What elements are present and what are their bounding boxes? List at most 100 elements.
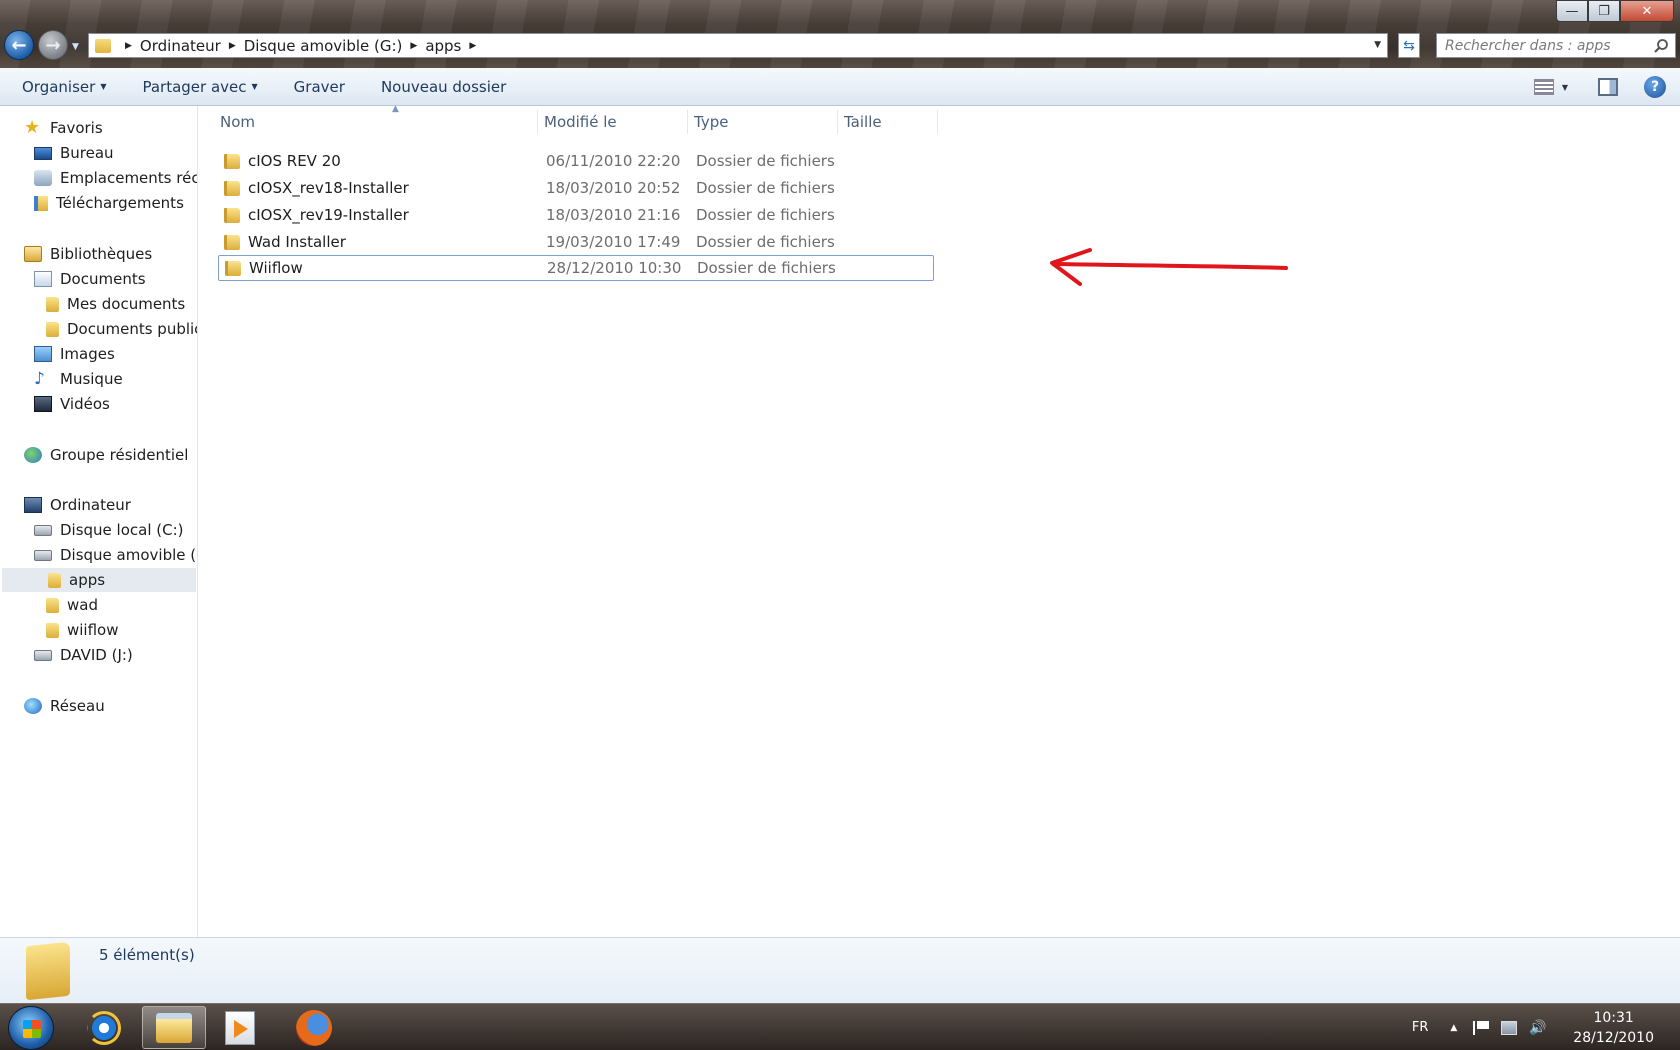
nav-local-disk[interactable]: Disque local (C:) <box>34 518 184 542</box>
file-modified: 18/03/2010 20:52 <box>546 179 681 197</box>
column-modified[interactable]: Modifié le <box>538 110 688 134</box>
organize-menu[interactable]: Organiser ▼ <box>8 78 120 96</box>
recent-pages-dropdown[interactable]: ▼ <box>72 42 79 52</box>
large-folder-icon <box>26 941 70 1001</box>
column-name[interactable]: Nom <box>216 110 538 134</box>
search-icon[interactable] <box>1653 38 1669 54</box>
refresh-button[interactable]: ⇆ <box>1398 33 1420 58</box>
nav-videos[interactable]: Vidéos <box>34 392 110 416</box>
nav-my-documents-label: Mes documents <box>67 295 186 313</box>
taskbar-firefox[interactable] <box>282 1006 346 1049</box>
nav-homegroup[interactable]: Groupe résidentiel <box>24 443 188 467</box>
view-list-icon[interactable] <box>1533 79 1554 95</box>
nav-david-label: DAVID (J:) <box>60 646 133 664</box>
title-bar: — ❐ ✕ ← → ▼ ▶ Ordinateur ▶ Disque amovib… <box>0 0 1680 68</box>
file-type: Dossier de fichiers <box>696 152 835 170</box>
chevron-right-icon[interactable]: ▶ <box>469 41 476 51</box>
column-modified-label: Modifié le <box>544 113 617 131</box>
share-label: Partager avec <box>142 77 247 96</box>
folder-icon <box>95 38 111 53</box>
folder-icon <box>224 207 240 223</box>
chevron-down-icon[interactable]: ▼ <box>1562 83 1568 92</box>
column-size[interactable]: Taille <box>838 110 938 134</box>
file-list-pane: ▲ Nom Modifié le Type Taille cIOS REV 20… <box>198 104 1680 937</box>
action-center-flag-icon[interactable] <box>1473 1020 1490 1035</box>
table-row[interactable]: cIOS REV 20 06/11/2010 22:20 Dossier de … <box>218 148 934 174</box>
taskbar-internet-explorer[interactable] <box>72 1006 136 1049</box>
breadcrumb-removable-disk[interactable]: Disque amovible (G:) <box>244 37 403 55</box>
file-type: Dossier de fichiers <box>696 233 835 251</box>
music-note-icon: ♪ <box>34 369 45 389</box>
nav-libraries[interactable]: Bibliothèques <box>24 242 152 266</box>
nav-images[interactable]: Images <box>34 342 115 366</box>
nav-wad[interactable]: wad <box>44 593 98 617</box>
arrow-right-icon: → <box>45 34 61 56</box>
nav-wiiflow[interactable]: wiiflow <box>44 618 119 642</box>
nav-favorites[interactable]: ★ Favoris <box>24 116 103 140</box>
maximize-button[interactable]: ❐ <box>1588 0 1620 22</box>
nav-recent-label: Emplacements récen <box>60 169 197 187</box>
burn-button[interactable]: Graver <box>280 78 359 96</box>
nav-local-disk-label: Disque local (C:) <box>60 521 184 539</box>
table-row[interactable]: Wad Installer 19/03/2010 17:49 Dossier d… <box>218 229 934 255</box>
downloads-folder-icon <box>34 195 48 211</box>
address-bar[interactable]: ▶ Ordinateur ▶ Disque amovible (G:) ▶ ap… <box>88 33 1388 58</box>
removable-drive-icon <box>34 549 52 561</box>
back-button[interactable]: ← <box>4 30 34 60</box>
column-headers: ▲ Nom Modifié le Type Taille <box>216 104 938 134</box>
nav-my-documents[interactable]: Mes documents <box>44 292 185 316</box>
nav-apps[interactable]: apps <box>2 568 196 592</box>
column-type[interactable]: Type <box>688 110 838 134</box>
chevron-right-icon[interactable]: ▶ <box>410 41 417 51</box>
show-hidden-icons-button[interactable]: ▲ <box>1450 1023 1457 1033</box>
nav-computer[interactable]: Ordinateur <box>24 493 131 517</box>
chevron-right-icon[interactable]: ▶ <box>229 41 236 51</box>
share-menu[interactable]: Partager avec ▼ <box>128 78 271 96</box>
nav-music[interactable]: ♪ Musique <box>34 367 123 391</box>
clock[interactable]: 10:31 28/12/2010 <box>1573 1008 1654 1048</box>
nav-libraries-label: Bibliothèques <box>50 245 153 263</box>
file-name: cIOS REV 20 <box>248 152 341 170</box>
search-input[interactable]: Rechercher dans : apps <box>1436 33 1676 58</box>
preview-pane-icon[interactable] <box>1598 78 1618 96</box>
nav-public-documents[interactable]: Documents publics <box>44 317 198 341</box>
nav-images-label: Images <box>60 345 115 363</box>
nav-downloads[interactable]: Téléchargements <box>34 191 184 215</box>
recent-places-icon <box>34 170 52 186</box>
chevron-down-icon[interactable]: ▼ <box>1374 40 1381 50</box>
folder-icon <box>224 153 240 169</box>
nav-downloads-label: Téléchargements <box>56 194 184 212</box>
chevron-right-icon[interactable]: ▶ <box>125 41 132 51</box>
breadcrumb-apps[interactable]: apps <box>425 37 461 55</box>
forward-button[interactable]: → <box>38 30 68 60</box>
language-indicator[interactable]: FR <box>1412 1020 1429 1035</box>
nav-recent[interactable]: Emplacements récen <box>34 166 197 190</box>
nav-computer-label: Ordinateur <box>50 496 131 514</box>
taskbar-media-player[interactable] <box>208 1006 272 1049</box>
chevron-down-icon: ▼ <box>251 82 258 91</box>
table-row[interactable]: cIOSX_rev19-Installer 18/03/2010 21:16 D… <box>218 202 934 228</box>
folder-icon <box>46 597 59 613</box>
network-status-icon[interactable] <box>1501 1020 1518 1035</box>
start-button[interactable] <box>8 1006 54 1050</box>
volume-icon[interactable]: 🔊 <box>1529 1021 1547 1035</box>
folder-icon <box>224 180 240 196</box>
nav-removable-disk[interactable]: Disque amovible (G:) <box>34 543 197 567</box>
new-folder-button[interactable]: Nouveau dossier <box>367 78 520 96</box>
minimize-button[interactable]: — <box>1556 0 1588 22</box>
nav-public-documents-label: Documents publics <box>67 320 198 338</box>
help-icon[interactable]: ? <box>1644 76 1666 98</box>
table-row[interactable]: cIOSX_rev18-Installer 18/03/2010 20:52 D… <box>218 175 934 201</box>
nav-desktop[interactable]: Bureau <box>34 141 114 165</box>
taskbar-windows-explorer[interactable] <box>142 1006 206 1049</box>
nav-david[interactable]: DAVID (J:) <box>34 643 133 667</box>
table-row[interactable]: Wiiflow 28/12/2010 10:30 Dossier de fich… <box>218 255 934 281</box>
nav-network[interactable]: Réseau <box>24 694 105 718</box>
clock-date: 28/12/2010 <box>1573 1029 1654 1046</box>
close-button[interactable]: ✕ <box>1620 0 1674 22</box>
breadcrumb-computer[interactable]: Ordinateur <box>140 37 221 55</box>
column-type-label: Type <box>694 113 729 131</box>
nav-documents[interactable]: Documents <box>34 267 146 291</box>
internet-explorer-icon <box>87 1010 121 1045</box>
pictures-icon <box>34 346 52 362</box>
